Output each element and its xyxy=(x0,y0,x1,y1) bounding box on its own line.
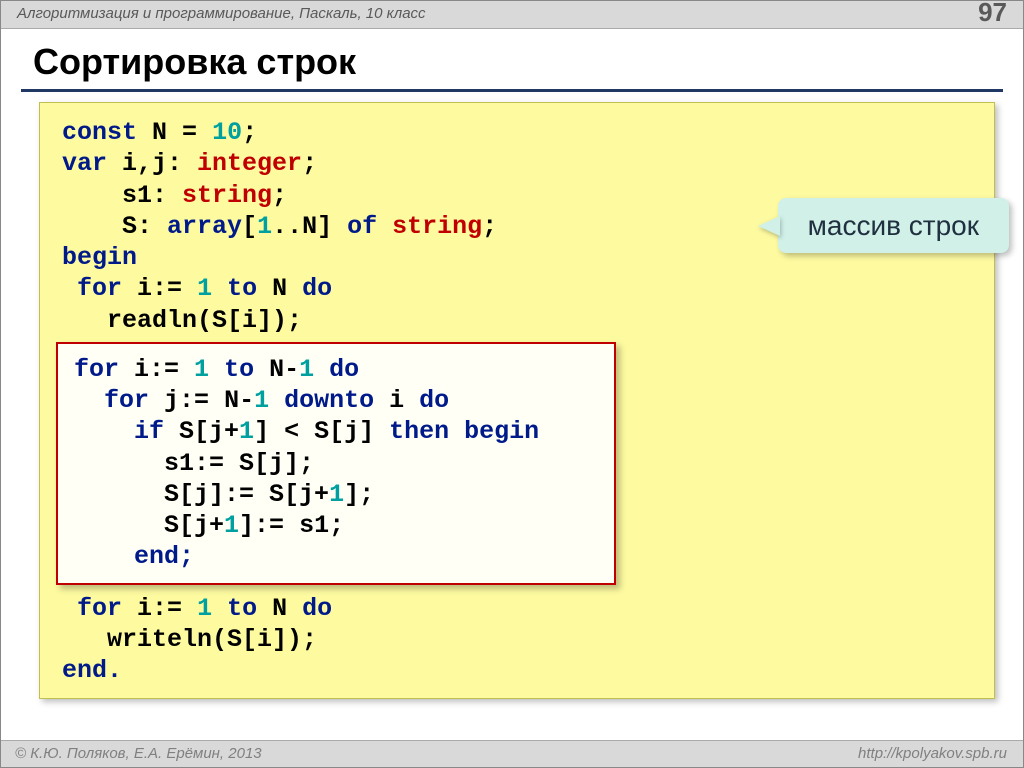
page-title: Сортировка строк xyxy=(1,29,1023,89)
code-line: end; xyxy=(74,541,598,572)
code-line: var i,j: integer; xyxy=(62,148,972,179)
callout-arrow-icon xyxy=(758,216,780,236)
footer-bar: © К.Ю. Поляков, Е.А. Ерёмин, 2013 http:/… xyxy=(1,740,1023,767)
code-line: end. xyxy=(62,655,972,686)
slide: Алгоритмизация и программирование, Паска… xyxy=(0,0,1024,768)
code-line: for i:= 1 to N do xyxy=(62,273,972,304)
page-number: 97 xyxy=(978,0,1007,28)
code-line: if S[j+1] < S[j] then begin xyxy=(74,416,598,447)
code-line: const N = 10; xyxy=(62,117,972,148)
code-line: S[j]:= S[j+1]; xyxy=(74,479,598,510)
code-line: readln(S[i]); xyxy=(62,305,972,336)
copyright: © К.Ю. Поляков, Е.А. Ерёмин, 2013 xyxy=(15,745,262,762)
breadcrumb: Алгоритмизация и программирование, Паска… xyxy=(17,5,426,22)
code-line: for i:= 1 to N do xyxy=(62,593,972,624)
code-line: for j:= N-1 downto i do xyxy=(74,385,598,416)
title-rule xyxy=(21,89,1003,92)
code-line: S[j+1]:= s1; xyxy=(74,510,598,541)
code-line: s1:= S[j]; xyxy=(74,448,598,479)
code-line: writeln(S[i]); xyxy=(62,624,972,655)
code-block: массив строк const N = 10; var i,j: inte… xyxy=(39,102,995,699)
header-bar: Алгоритмизация и программирование, Паска… xyxy=(1,1,1023,29)
code-line: for i:= 1 to N-1 do xyxy=(74,354,598,385)
callout: массив строк xyxy=(758,198,1009,253)
highlighted-code-block: for i:= 1 to N-1 do for j:= N-1 downto i… xyxy=(56,342,616,585)
footer-url: http://kpolyakov.spb.ru xyxy=(858,745,1007,762)
callout-text: массив строк xyxy=(778,198,1009,253)
